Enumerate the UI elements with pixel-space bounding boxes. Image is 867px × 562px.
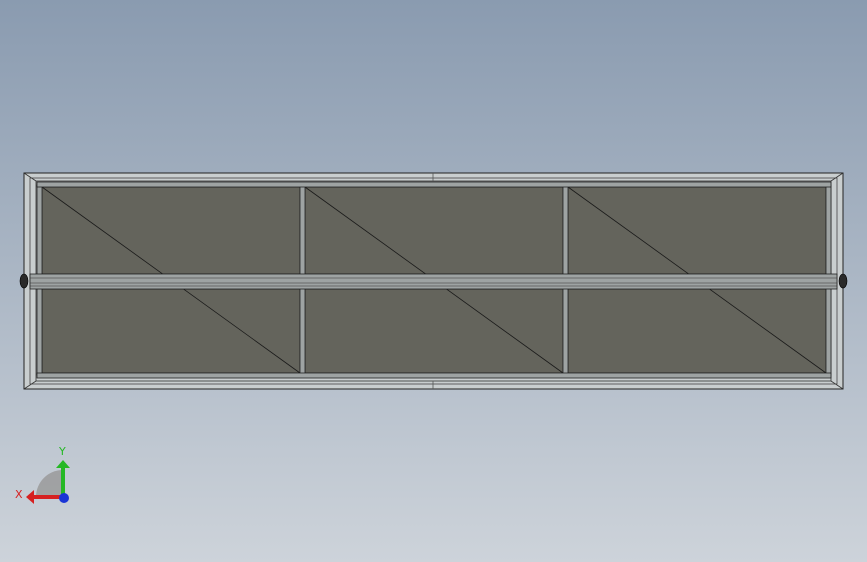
x-axis-arrowhead: [26, 490, 34, 504]
xy-plane-indicator: [36, 470, 63, 497]
x-axis-label: X: [15, 488, 23, 501]
x-axis-arrow: [34, 495, 62, 499]
graphics-viewport[interactable]: Y X: [0, 0, 867, 562]
z-axis-indicator: [59, 493, 69, 503]
reference-triad: Y X: [15, 445, 70, 504]
y-axis-label: Y: [58, 445, 66, 458]
y-axis-arrowhead: [56, 460, 70, 468]
